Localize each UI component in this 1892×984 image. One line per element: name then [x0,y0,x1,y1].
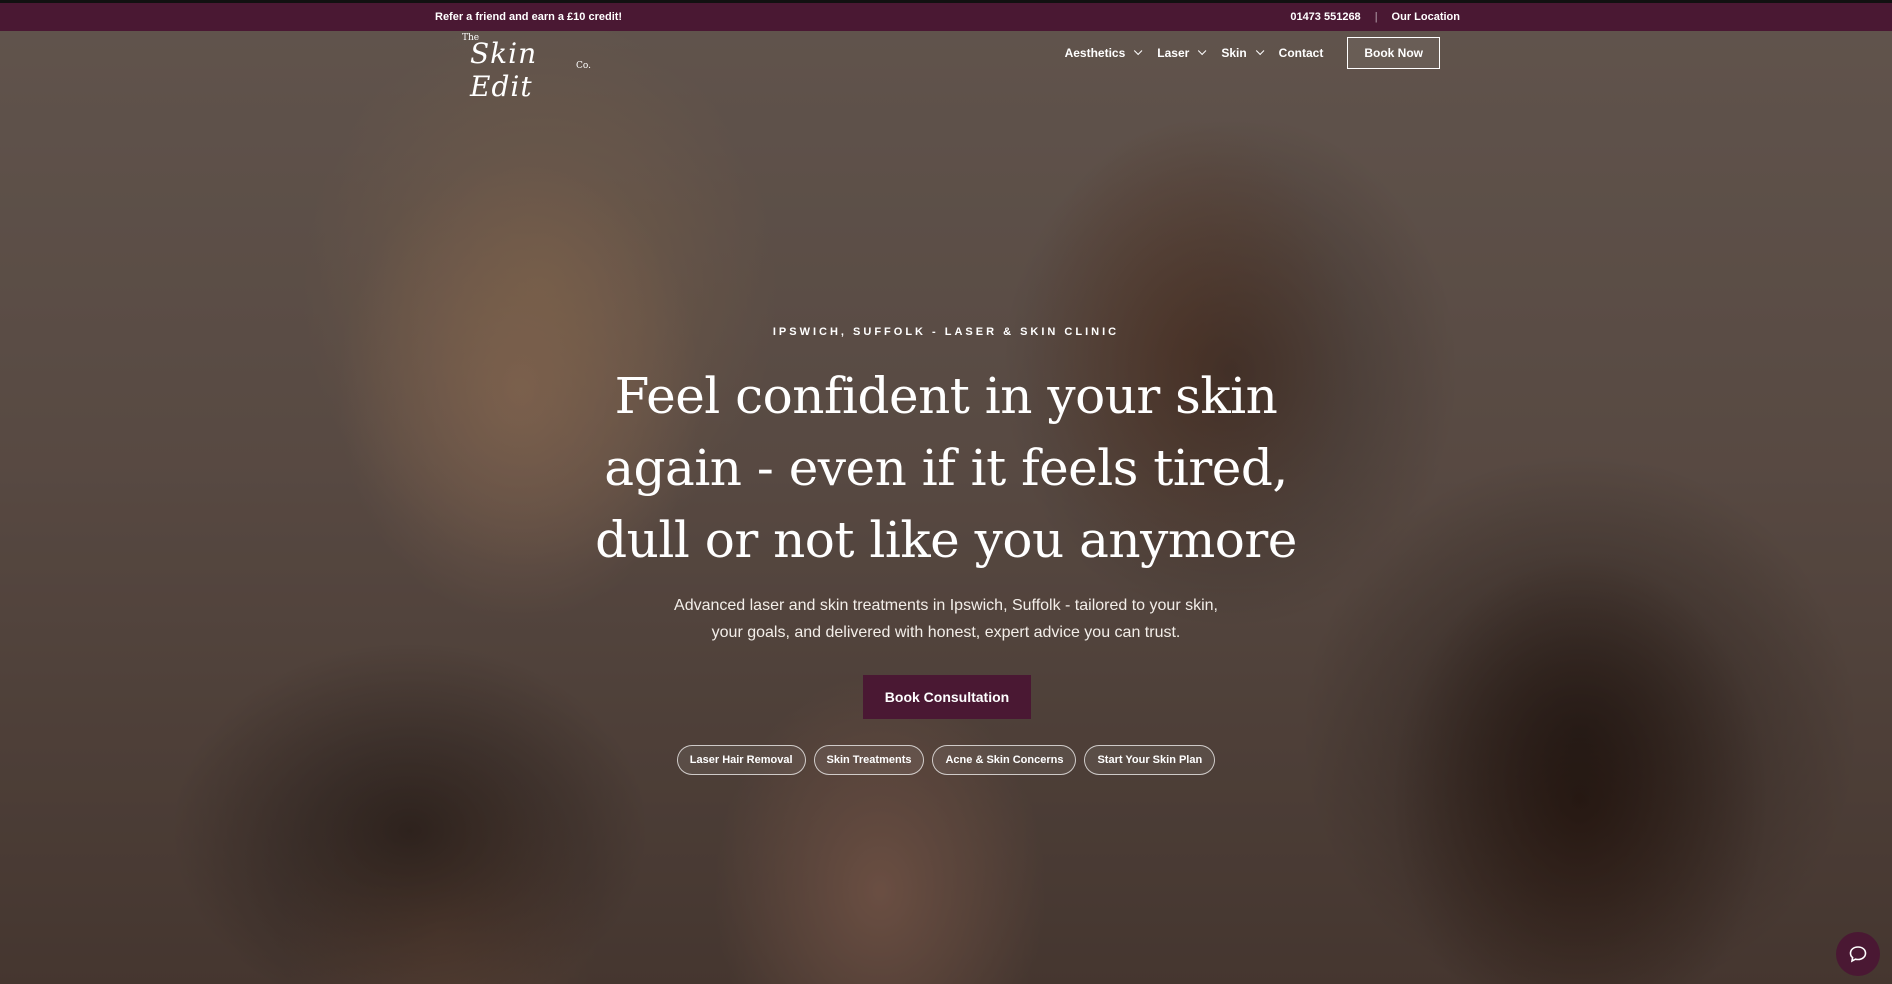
subtitle-line: your goals, and delivered with honest, e… [711,624,1181,641]
headline-line: dull or not like you anymore [595,511,1297,569]
chat-bubble-icon [1849,946,1867,963]
chat-button[interactable] [1836,932,1880,976]
hero-eyebrow: IPSWICH, SUFFOLK - LASER & SKIN CLINIC [772,326,1120,338]
pill-acne-skin-concerns[interactable]: Acne & Skin Concerns [932,745,1077,775]
hero-subtitle: Advanced laser and skin treatments in Ip… [596,592,1296,646]
treatment-pills: Laser Hair Removal Skin Treatments Acne … [0,745,1892,775]
pill-laser-hair-removal[interactable]: Laser Hair Removal [676,745,806,775]
pill-skin-treatments[interactable]: Skin Treatments [813,745,925,775]
book-consultation-button[interactable]: Book Consultation [863,675,1031,719]
subtitle-line: Advanced laser and skin treatments in Ip… [674,597,1218,614]
hero-headline: Feel confident in your skin again - even… [546,360,1346,576]
pill-start-skin-plan[interactable]: Start Your Skin Plan [1084,745,1216,775]
headline-line: Feel confident in your skin [614,367,1278,425]
headline-line: again - even if it feels tired, [604,439,1288,497]
hero-content: IPSWICH, SUFFOLK - LASER & SKIN CLINIC F… [0,0,1892,984]
